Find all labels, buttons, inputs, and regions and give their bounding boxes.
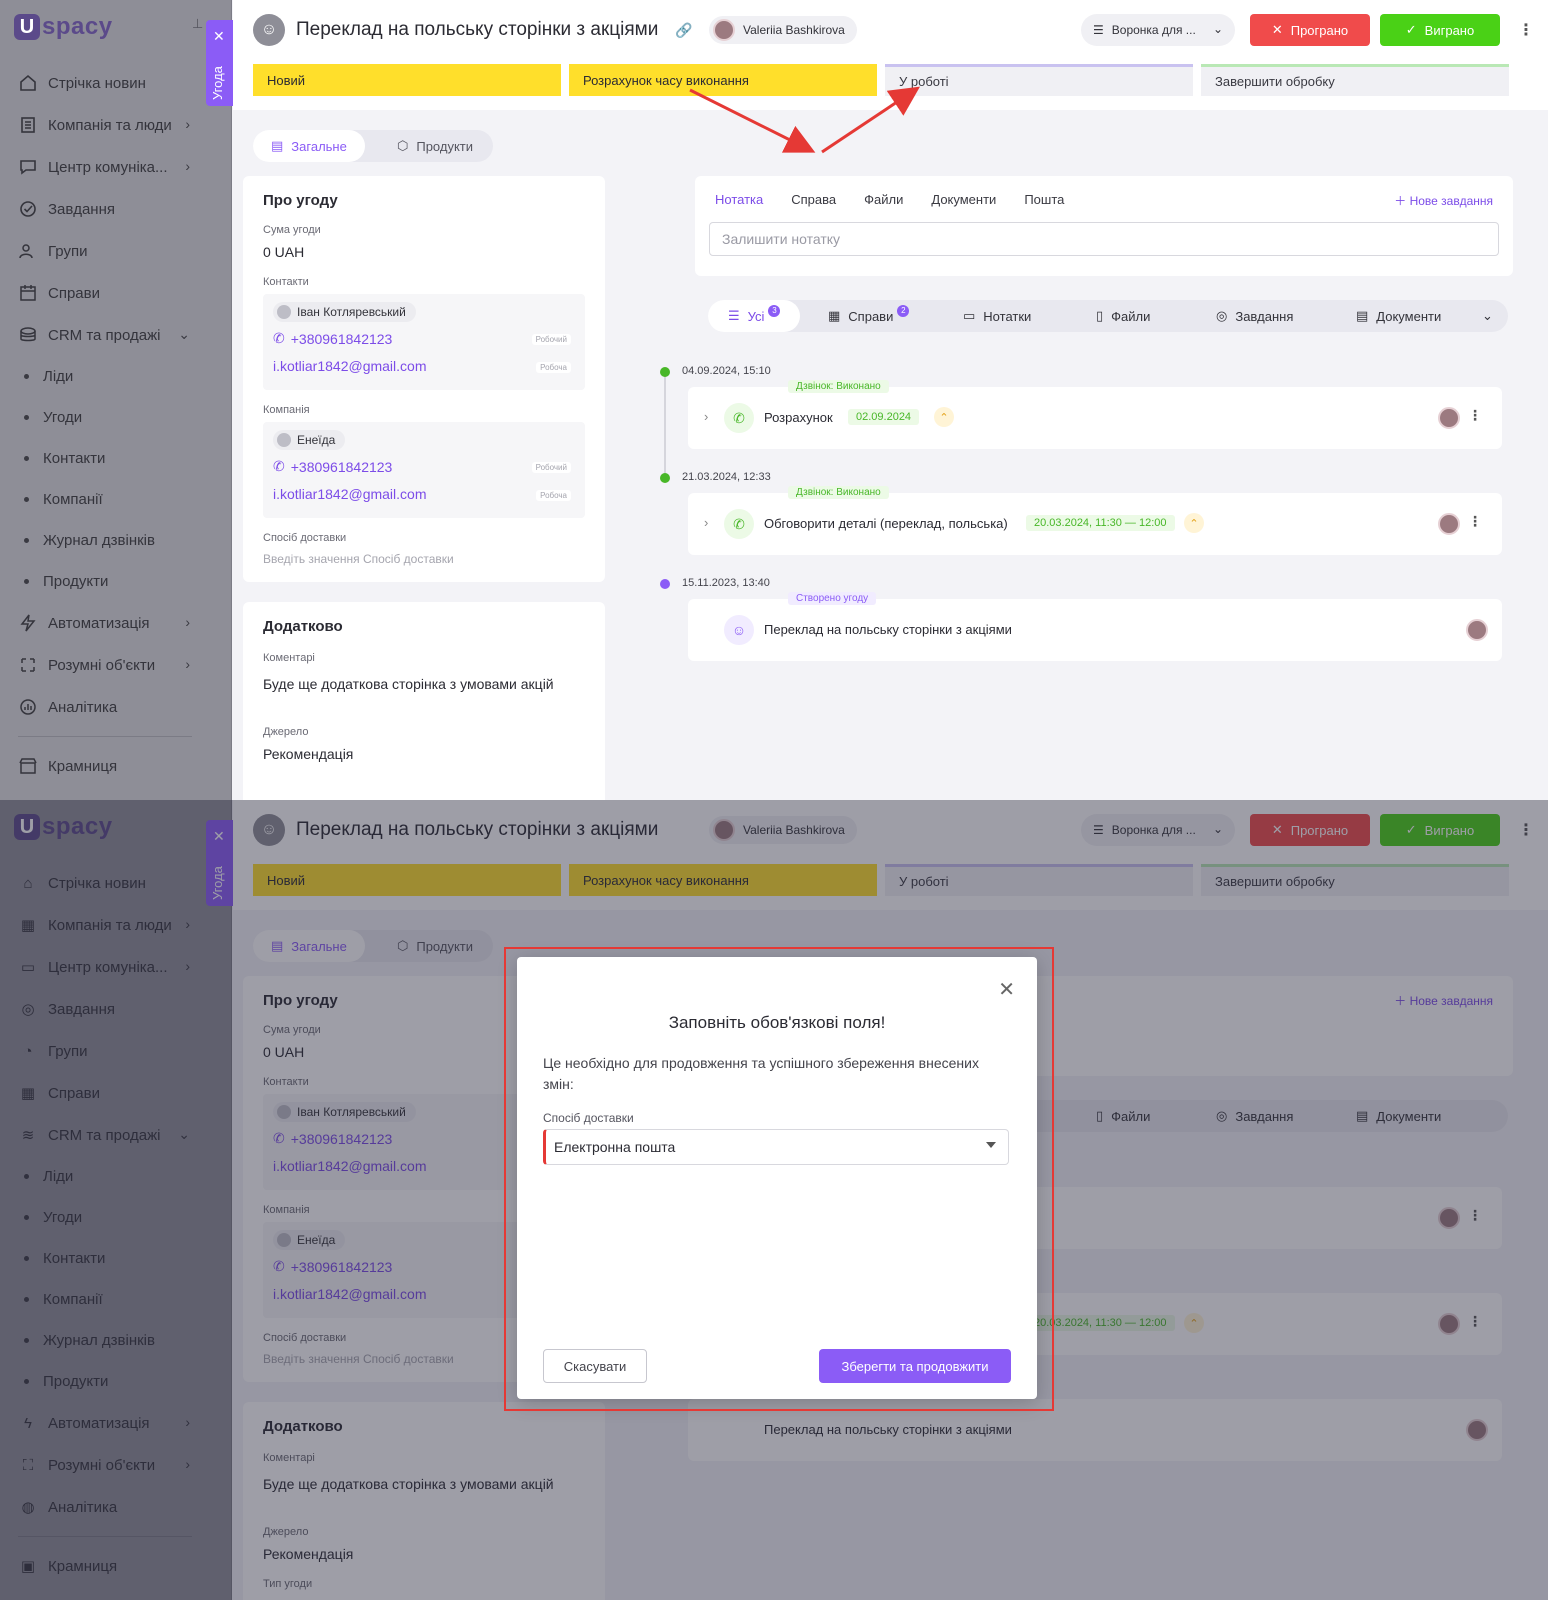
- screenshot-before: U spacy ⊥ Стрічка новин Компанія та люди…: [0, 0, 1548, 800]
- arrow-annotation: [689, 88, 816, 153]
- arrow-annotation: [821, 86, 920, 154]
- annotation-arrows: [689, 86, 920, 154]
- highlight-box: [504, 947, 1054, 1411]
- screenshot-after: U spacy ⌂ Стрічка новин ▦ Компанія та люди…: [0, 800, 1548, 1600]
